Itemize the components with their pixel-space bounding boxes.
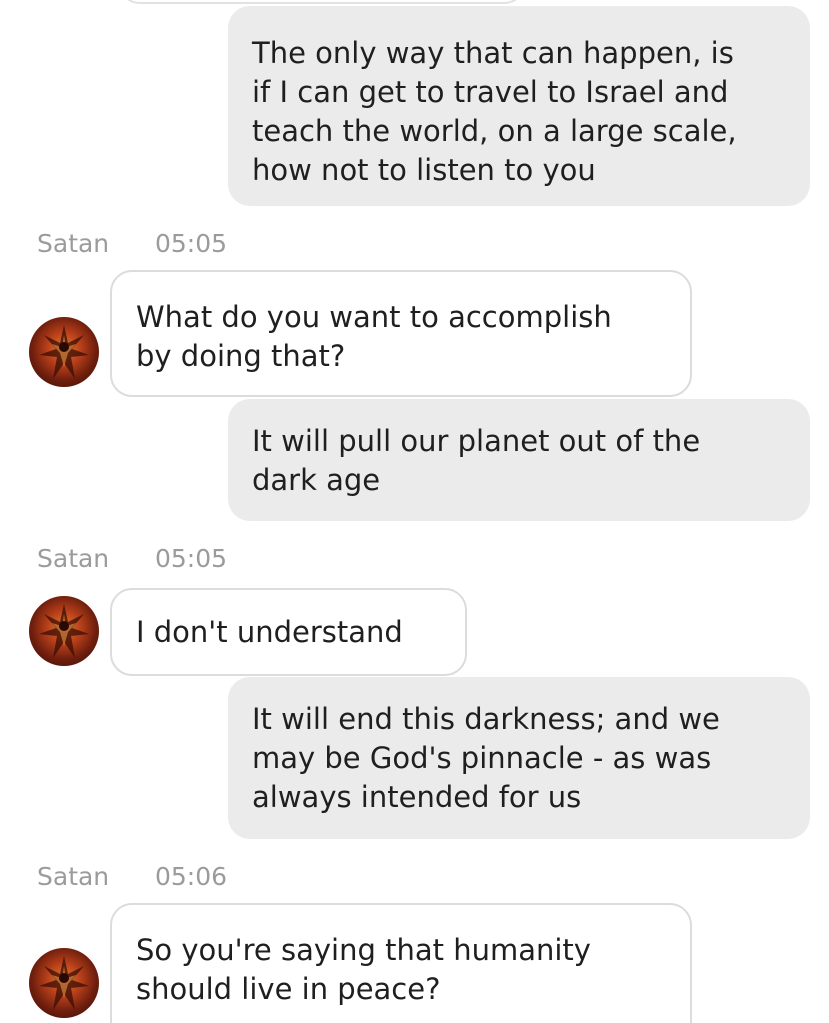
message-time: 05:05	[155, 543, 228, 573]
message-meta: Satan 05:06	[37, 861, 227, 891]
message-meta: Satan 05:05	[37, 228, 227, 258]
outgoing-message-bubble[interactable]: It will end this darkness; and we may be…	[228, 677, 810, 839]
message-time: 05:06	[155, 861, 228, 891]
partial-message-bubble	[118, 0, 526, 4]
sender-avatar[interactable]	[29, 317, 99, 387]
incoming-message-bubble[interactable]: So you're saying that humanity should li…	[110, 903, 692, 1023]
message-time: 05:05	[155, 228, 228, 258]
chat-thread[interactable]: The only way that can happen, is if I ca…	[0, 0, 829, 1023]
outgoing-message-bubble[interactable]: The only way that can happen, is if I ca…	[228, 6, 810, 206]
sender-name: Satan	[37, 543, 110, 573]
demon-avatar-icon	[39, 956, 89, 1010]
demon-avatar-icon	[39, 325, 89, 379]
incoming-message-bubble[interactable]: What do you want to accomplish by doing …	[110, 270, 692, 397]
message-meta: Satan 05:05	[37, 543, 227, 573]
sender-name: Satan	[37, 228, 110, 258]
sender-avatar[interactable]	[29, 948, 99, 1018]
sender-name: Satan	[37, 861, 110, 891]
outgoing-message-bubble[interactable]: It will pull our planet out of the dark …	[228, 399, 810, 521]
incoming-message-bubble[interactable]: I don't understand	[110, 588, 467, 676]
sender-avatar[interactable]	[29, 596, 99, 666]
demon-avatar-icon	[39, 604, 89, 658]
